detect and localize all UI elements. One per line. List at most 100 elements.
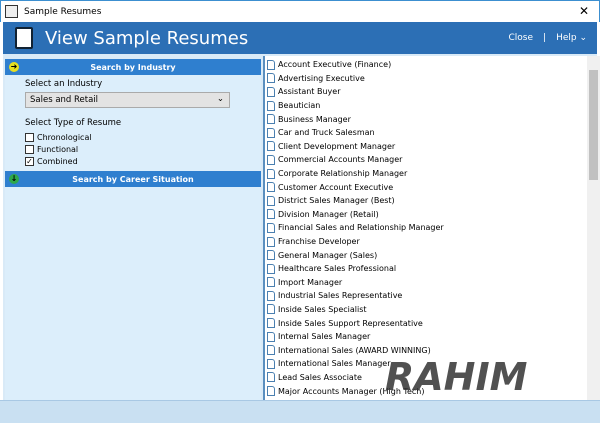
list-item-label: Car and Truck Salesman <box>278 128 375 138</box>
checkbox-label: Chronological <box>37 132 92 142</box>
checkbox[interactable] <box>25 144 34 154</box>
list-item[interactable]: Division Manager (Retail) <box>265 208 587 222</box>
list-item-label: Assistant Buyer <box>278 87 341 97</box>
document-icon <box>267 59 275 70</box>
list-item[interactable]: General Manager (Sales) <box>265 248 587 262</box>
list-item-label: Account Executive (Finance) <box>278 60 392 70</box>
search-by-career-header[interactable]: ↓ Search by Career Situation <box>5 171 261 187</box>
list-item-label: Business Manager <box>278 114 351 124</box>
scrollbar-thumb[interactable] <box>589 70 598 180</box>
list-item[interactable]: Account Executive (Finance) <box>265 58 587 72</box>
title-bar: Sample Resumes ✕ <box>0 0 600 22</box>
page-title: View Sample Resumes <box>45 27 249 49</box>
list-item[interactable]: Industrial Sales Representative <box>265 289 587 303</box>
list-item[interactable]: Client Development Manager <box>265 140 587 154</box>
list-item[interactable]: Car and Truck Salesman <box>265 126 587 140</box>
app-icon <box>5 5 18 18</box>
close-link[interactable]: Close <box>508 33 533 43</box>
document-icon <box>267 304 275 315</box>
document-icon <box>267 250 275 261</box>
list-item[interactable]: Corporate Relationship Manager <box>265 167 587 181</box>
list-item-label: Beautician <box>278 101 321 111</box>
list-item-label: Import Manager <box>278 277 343 287</box>
search-panel: ➜ Search by Industry Select an Industry S… <box>5 59 261 400</box>
document-icon <box>267 290 275 301</box>
list-item-label: Franchise Developer <box>278 237 360 247</box>
checkbox-functional[interactable]: Functional <box>25 143 261 155</box>
document-icon <box>267 168 275 179</box>
document-icon <box>267 154 275 165</box>
window-title: Sample Resumes <box>24 6 102 17</box>
industry-label: Select an Industry <box>25 79 103 89</box>
checkbox-checked[interactable]: ✓ <box>25 156 34 166</box>
document-icon <box>267 331 275 342</box>
list-item[interactable]: Franchise Developer <box>265 235 587 249</box>
document-icon <box>267 100 275 111</box>
document-icon <box>267 277 275 288</box>
list-item-label: Lead Sales Associate <box>278 372 362 382</box>
checkbox-label: Functional <box>37 144 79 154</box>
list-item[interactable]: Financial Sales and Relationship Manager <box>265 221 587 235</box>
list-item-label: Inside Sales Support Representative <box>278 318 423 328</box>
list-item-label: Commercial Accounts Manager <box>278 155 403 165</box>
list-item-label: Healthcare Sales Professional <box>278 264 397 274</box>
arrow-right-icon: ➜ <box>9 62 19 72</box>
checkbox-label: Combined <box>37 156 78 166</box>
list-item-label: Advertising Executive <box>278 73 365 83</box>
industry-select[interactable]: Sales and Retail ⌄ <box>25 92 230 108</box>
list-item[interactable]: Healthcare Sales Professional <box>265 262 587 276</box>
list-item[interactable]: Assistant Buyer <box>265 85 587 99</box>
section-label: Search by Industry <box>90 62 176 72</box>
list-item[interactable]: Inside Sales Specialist <box>265 303 587 317</box>
list-item-label: Division Manager (Retail) <box>278 209 379 219</box>
list-item-label: International Sales Manager <box>278 359 391 369</box>
document-icon <box>267 263 275 274</box>
close-window-button[interactable]: ✕ <box>579 4 589 18</box>
list-item[interactable]: Inside Sales Support Representative <box>265 316 587 330</box>
scrollbar[interactable] <box>587 56 600 400</box>
status-strip <box>0 400 600 423</box>
list-item-label: General Manager (Sales) <box>278 250 378 260</box>
document-icon <box>267 222 275 233</box>
list-item[interactable]: Business Manager <box>265 112 587 126</box>
section-label: Search by Career Situation <box>72 174 194 184</box>
document-icon <box>267 73 275 84</box>
document-icon <box>267 114 275 125</box>
checkbox-combined[interactable]: ✓ Combined <box>25 155 261 167</box>
notepad-icon <box>15 27 33 49</box>
document-icon <box>267 358 275 369</box>
list-item[interactable]: District Sales Manager (Best) <box>265 194 587 208</box>
list-item[interactable]: Commercial Accounts Manager <box>265 153 587 167</box>
list-item-label: Inside Sales Specialist <box>278 304 367 314</box>
chevron-down-icon: ⌄ <box>216 94 224 104</box>
document-icon <box>267 127 275 138</box>
list-item[interactable]: Internal Sales Manager <box>265 330 587 344</box>
list-item[interactable]: Customer Account Executive <box>265 180 587 194</box>
help-label: Help <box>556 33 577 43</box>
document-icon <box>267 386 275 397</box>
resume-type-label: Select Type of Resume <box>25 118 122 128</box>
document-icon <box>267 318 275 329</box>
industry-value: Sales and Retail <box>30 95 99 105</box>
checkbox[interactable] <box>25 132 34 142</box>
document-icon <box>267 182 275 193</box>
document-icon <box>267 209 275 220</box>
list-item-label: Industrial Sales Representative <box>278 291 403 301</box>
list-item-label: Internal Sales Manager <box>278 332 371 342</box>
list-item-label: District Sales Manager (Best) <box>278 196 395 206</box>
separator: | <box>543 33 547 43</box>
list-item[interactable]: Import Manager <box>265 276 587 290</box>
document-icon <box>267 236 275 247</box>
list-item-label: Client Development Manager <box>278 141 396 151</box>
checkbox-chronological[interactable]: Chronological <box>25 131 261 143</box>
arrow-down-icon: ↓ <box>9 174 19 184</box>
document-icon <box>267 372 275 383</box>
help-link[interactable]: Help ⌄ <box>556 33 587 43</box>
document-icon <box>267 345 275 356</box>
resume-list: Account Executive (Finance) Advertising E… <box>263 56 587 400</box>
search-by-industry-header[interactable]: ➜ Search by Industry <box>5 59 261 75</box>
list-item[interactable]: Advertising Executive <box>265 72 587 86</box>
list-item[interactable]: Beautician <box>265 99 587 113</box>
list-item-label: Customer Account Executive <box>278 182 394 192</box>
document-icon <box>267 86 275 97</box>
